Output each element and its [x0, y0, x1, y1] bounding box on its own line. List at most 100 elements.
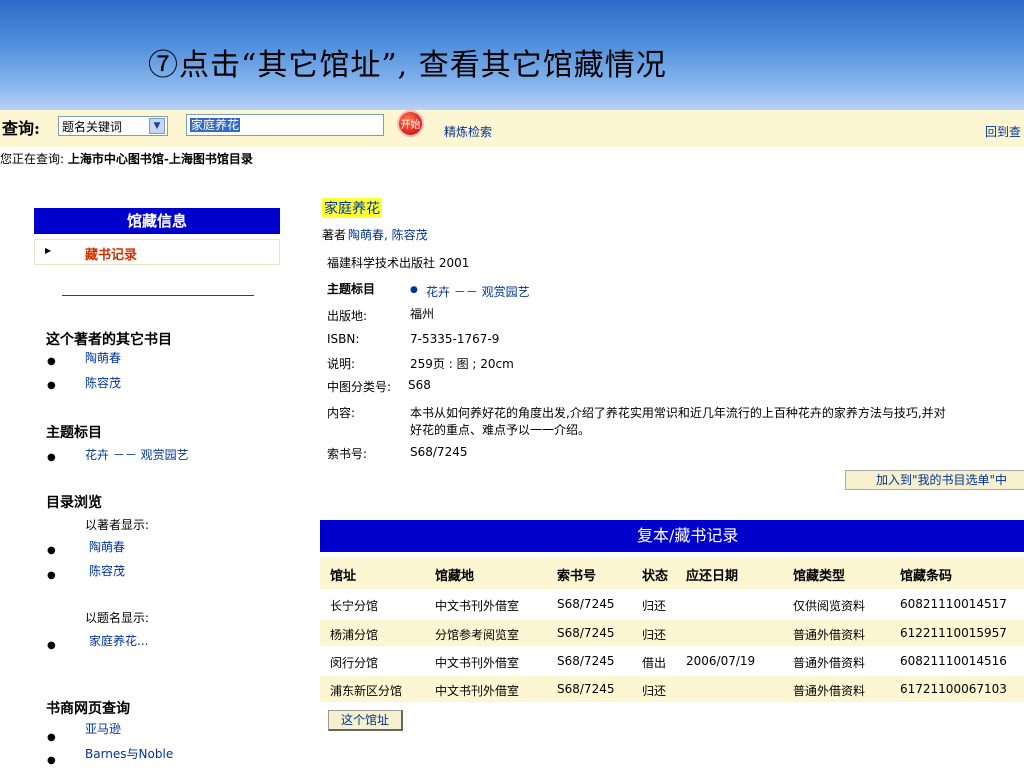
table-row: 长宁分馆 中文书刊外借室 S68/7245 归还 仅供阅览资料 60821110…	[320, 591, 1024, 617]
triangle-right-icon: ▶	[45, 246, 52, 255]
bullet-icon: ●	[47, 640, 56, 651]
table-cell: 中文书刊外借室	[435, 684, 520, 698]
table-cell: 浦东新区分馆	[330, 684, 403, 698]
current-library: 您正在查询: 上海市中心图书馆-上海图书馆目录	[0, 150, 253, 167]
table-cell: 仅供阅览资料	[793, 599, 866, 613]
sidebar-header: 馆藏信息	[34, 208, 280, 234]
table-cell: 中文书刊外借室	[435, 656, 520, 670]
other-work-link[interactable]: 陶萌春	[85, 349, 121, 366]
record-title: 家庭养花	[322, 198, 382, 218]
subject-label: 主题标目	[327, 282, 376, 296]
sidebar-item-holdings[interactable]: ▶ 藏书记录	[34, 239, 280, 265]
desc-label: 说明:	[327, 357, 356, 371]
bookstore-title: 书商网页查询	[46, 701, 130, 717]
add-to-my-list-button[interactable]: 加入到"我的书目选单"中	[845, 470, 1024, 490]
holdings-title: 复本/藏书记录	[637, 526, 739, 545]
bullet-icon: ●	[47, 755, 56, 766]
table-cell: 归还	[642, 684, 667, 698]
other-work-link[interactable]: 陈容茂	[85, 374, 121, 391]
bullet-icon: ●	[410, 285, 418, 295]
table-cell: 中文书刊外借室	[435, 599, 520, 613]
bullet-icon: ●	[47, 356, 56, 367]
holdings-header: 复本/藏书记录	[320, 520, 1024, 552]
call-number-label: 索书号:	[327, 447, 368, 461]
column-header: 馆址	[330, 569, 357, 584]
search-bar: 查询: 题名关键词 ▼ 家庭养花 开始 精炼检索 回到查	[0, 110, 1024, 147]
search-field-select[interactable]: 题名关键词 ▼	[58, 116, 168, 136]
table-cell: 普通外借资料	[793, 628, 866, 642]
table-cell: 长宁分馆	[330, 599, 379, 613]
column-header: 馆藏类型	[793, 569, 846, 584]
table-cell: 闵行分馆	[330, 656, 379, 670]
content-label: 内容:	[327, 406, 356, 420]
column-header: 状态	[642, 569, 669, 584]
table-row: 浦东新区分馆 中文书刊外借室 S68/7245 归还 普通外借资料 617211…	[320, 676, 1024, 702]
table-cell: 借出	[642, 656, 667, 670]
subject-link[interactable]: 花卉 －－ 观赏园艺	[85, 446, 189, 463]
table-cell: 61721100067103	[900, 682, 1007, 696]
browse-by-author-label: 以著者显示:	[85, 518, 150, 532]
search-label: 查询:	[2, 119, 40, 138]
chevron-down-icon[interactable]: ▼	[149, 118, 165, 134]
browse-title: 目录浏览	[46, 495, 102, 511]
table-cell: 普通外借资料	[793, 684, 866, 698]
column-header: 应还日期	[686, 569, 739, 584]
desc-value: 259页 : 图 ; 20cm	[410, 357, 514, 371]
author-links[interactable]: 陶萌春, 陈容茂	[348, 226, 428, 243]
table-cell: S68/7245	[557, 597, 615, 611]
table-cell: 2006/07/19	[686, 654, 756, 668]
bullet-icon: ●	[47, 732, 56, 743]
search-field-value: 题名关键词	[62, 120, 123, 134]
table-cell: 归还	[642, 628, 667, 642]
other-works-title: 这个著者的其它书目	[46, 332, 172, 348]
table-row: 闵行分馆 中文书刊外借室 S68/7245 借出 2006/07/19 普通外借…	[320, 648, 1024, 674]
search-input[interactable]: 家庭养花	[186, 114, 384, 136]
table-cell: S68/7245	[557, 654, 615, 668]
browse-by-title-label: 以题名显示:	[85, 611, 150, 625]
table-cell: S68/7245	[557, 682, 615, 696]
current-library-prefix: 您正在查询:	[0, 152, 65, 166]
bullet-icon: ●	[47, 380, 56, 391]
isbn-label: ISBN:	[327, 332, 360, 346]
table-cell: 归还	[642, 599, 667, 613]
table-cell: 60821110014516	[900, 654, 1007, 668]
table-cell: 普通外借资料	[793, 656, 866, 670]
table-cell: 61221110015957	[900, 626, 1007, 640]
browse-author-link[interactable]: 陈容茂	[89, 562, 125, 579]
bullet-icon: ●	[47, 545, 56, 556]
subject-title: 主题标目	[46, 425, 102, 441]
browse-title-link[interactable]: 家庭养花...	[89, 632, 148, 649]
table-row: 杨浦分馆 分馆参考阅览室 S68/7245 归还 普通外借资料 61221110…	[320, 620, 1024, 646]
holdings-column-headers: 馆址 馆藏地 索书号 状态 应还日期 馆藏类型 馆藏条码	[320, 557, 1024, 589]
sidebar-divider	[62, 295, 254, 296]
column-header: 馆藏地	[435, 569, 475, 584]
table-cell: 60821110014517	[900, 597, 1007, 611]
current-library-name: 上海市中心图书馆-上海图书馆目录	[67, 152, 253, 166]
slide-title: ⑦点击“其它馆址”, 查看其它馆藏情况	[148, 48, 667, 83]
this-library-button[interactable]: 这个馆址	[328, 710, 403, 731]
column-header: 馆藏条码	[900, 569, 953, 584]
sidebar-item-label: 藏书记录	[85, 248, 138, 263]
subject-value-link[interactable]: 花卉 －－ 观赏园艺	[426, 283, 530, 300]
author-prefix: 著者	[322, 228, 347, 242]
column-header: 索书号	[557, 569, 597, 584]
clc-label: 中图分类号:	[327, 380, 392, 394]
bookstore-link[interactable]: 亚马逊	[85, 720, 121, 737]
start-search-button[interactable]: 开始	[397, 110, 424, 137]
table-cell: 杨浦分馆	[330, 628, 379, 642]
content-line-2: 好花的重点、难点予以一一介绍。	[410, 423, 591, 437]
slide-banner: ⑦点击“其它馆址”, 查看其它馆藏情况	[0, 0, 1024, 110]
publisher-line: 福建科学技术出版社 2001	[327, 256, 470, 270]
back-link[interactable]: 回到查	[985, 123, 1021, 140]
content-line-1: 本书从如何养好花的角度出发,介绍了养花实用常识和近几年流行的上百种花卉的家养方法…	[410, 406, 946, 420]
search-query-text: 家庭养花	[190, 118, 241, 132]
browse-author-link[interactable]: 陶萌春	[89, 538, 125, 555]
bullet-icon: ●	[47, 452, 56, 463]
refine-search-link[interactable]: 精炼检索	[444, 123, 492, 140]
place-value: 福州	[410, 307, 435, 321]
clc-value: S68	[408, 378, 431, 392]
call-number-value: S68/7245	[410, 445, 468, 459]
table-cell: 分馆参考阅览室	[435, 628, 520, 642]
bullet-icon: ●	[47, 570, 56, 581]
bookstore-link[interactable]: Barnes与Noble	[85, 745, 173, 762]
